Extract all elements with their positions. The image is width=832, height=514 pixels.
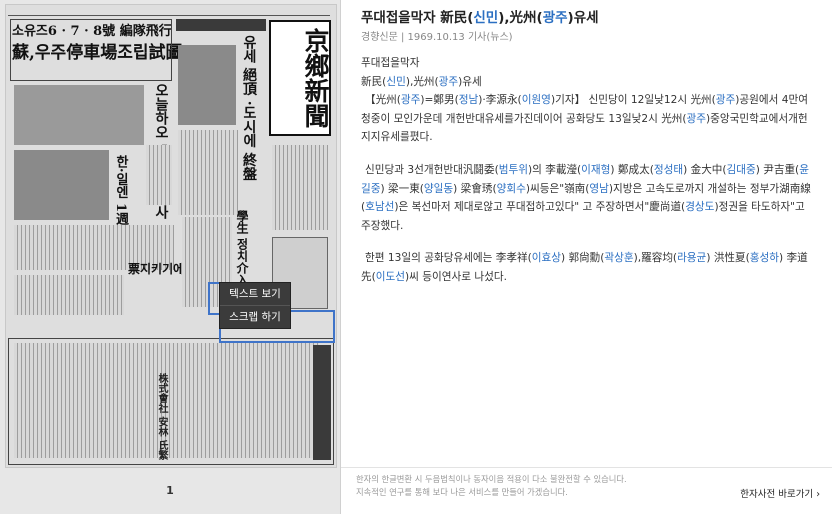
text-segment: ),光州(	[405, 75, 439, 88]
hangul-gloss: 정성태	[653, 163, 684, 176]
text-segment: ),光州(	[498, 10, 543, 26]
text-segment: ) 梁會琇(	[453, 182, 497, 195]
hangul-gloss: 이도선	[375, 270, 405, 283]
hangul-gloss: 신민	[386, 75, 406, 88]
context-menu: 텍스트 보기 스크랩 하기	[219, 282, 291, 329]
conversion-notice: 한자의 한글변환 시 두음법칙이나 동자이음 적용이 다소 불완전할 수 있습니…	[356, 473, 627, 499]
text-segment: )기자】 신민당이 12일낮12시 光州(	[550, 94, 716, 107]
headline-right-1: 유세 絕頂 ·도시에 終盤	[241, 35, 257, 181]
hangul-gloss: 정남	[458, 94, 479, 107]
newspaper-page-image[interactable]: 소유즈6 · 7 · 8號 編隊飛行 蘇,우주停車場조립試圖 오늘하오 또 8호…	[5, 4, 337, 468]
hangul-gloss: 광주	[686, 112, 707, 125]
text-segment: ) 鄭成太(	[610, 163, 654, 176]
text-segment: ) 金大中(	[683, 163, 727, 176]
photo-sports	[178, 45, 236, 125]
text-segment: )의 李載瀅(	[528, 163, 582, 176]
hangul-gloss: 이원영	[521, 94, 551, 107]
notice-line-1: 한자의 한글변환 시 두음법칙이나 동자이음 적용이 다소 불완전할 수 있습니…	[356, 474, 627, 484]
article-title: 푸대접을막자 新民(신민),光州(광주)유세	[361, 6, 599, 26]
scrap-menu-item[interactable]: 스크랩 하기	[220, 305, 290, 328]
masthead-rule	[8, 5, 330, 16]
article-paragraph: 신민당과 3선개헌반대汎鬪委(범투위)의 李載瀅(이재형) 鄭成太(정성태) 金…	[361, 161, 811, 235]
text-segment: )=鄭男(	[420, 94, 459, 107]
text-segment: )유세	[458, 75, 482, 88]
article-paragraph: 新民(신민),光州(광주)유세	[361, 73, 811, 92]
text-segment: 푸대접을막자	[361, 57, 420, 69]
hangul-gloss: 이재형	[581, 163, 611, 176]
text-segment: 푸대접을막자 新民(	[361, 10, 474, 26]
hangul-gloss: 김대중	[726, 163, 756, 176]
text-segment: )·李源永(	[478, 94, 522, 107]
hangul-gloss: 영남	[589, 182, 609, 195]
article-body: 푸대접을막자 新民(신민),光州(광주)유세 【光州(광주)=鄭男(정남)·李源永(…	[361, 54, 811, 287]
article-paragraph: 【光州(광주)=鄭男(정남)·李源永(이원영)기자】 신민당이 12일낮12시 …	[361, 91, 811, 147]
notice-line-2: 지속적인 연구를 통해 보다 나은 서비스를 만들어 가겠습니다.	[356, 487, 568, 497]
hangul-gloss: 양일동	[423, 182, 454, 195]
text-segment: 한편 13일의 공화당유세에는 李孝祥(	[365, 252, 532, 265]
hangul-gloss: 호남선	[365, 201, 395, 214]
article-paragraph: 한편 13일의 공화당유세에는 李孝祥(이효상) 郭尙勳(곽상훈),羅容均(라용…	[361, 249, 811, 286]
text-segment: ) 梁一東(	[380, 182, 424, 195]
article-panel: 푸대접을막자 新民(신민),光州(광주)유세 경향신문 | 1969.10.13…	[340, 0, 832, 514]
ad-sidebar	[313, 345, 331, 460]
hangul-gloss: 이효상	[531, 252, 561, 265]
hangul-gloss: 양회수	[496, 182, 526, 195]
article-paragraph: 푸대접을막자	[361, 54, 811, 73]
text-segment: 新民(	[361, 75, 387, 88]
text-segment: )유세	[567, 10, 599, 26]
photo-people	[14, 150, 109, 220]
text-segment: ) 洪性夏(	[706, 252, 750, 265]
text-view-menu-item[interactable]: 텍스트 보기	[220, 283, 290, 305]
hangul-gloss: 광주	[542, 10, 568, 26]
headline-box	[10, 19, 172, 81]
hangul-gloss: 광주	[438, 75, 459, 88]
article-meta: 경향신문 | 1969.10.13 기사(뉴스)	[361, 32, 513, 43]
newspaper-logo: 京鄉新聞	[269, 20, 331, 136]
text-segment: )은 복선마저 제대로않고 푸대접하고있다" 고 주장하면서"慶尚道(	[394, 201, 686, 214]
text-segment: 【光州(	[365, 94, 401, 107]
text-segment: 신민당과 3선개헌반대汎鬪委(	[365, 163, 499, 176]
ad-title: 株式會社 安林 氏繁	[156, 373, 167, 460]
text-segment: ),羅容均(	[633, 252, 678, 265]
hangul-gloss: 라용균	[677, 252, 707, 265]
dark-banner	[176, 19, 266, 31]
column-text	[272, 145, 328, 230]
newspaper-viewer: 소유즈6 · 7 · 8號 編隊飛行 蘇,우주停車場조립試圖 오늘하오 또 8호…	[0, 0, 340, 514]
hangul-gloss: 범투위	[498, 163, 528, 176]
photo-spacecraft	[14, 85, 144, 145]
hangul-gloss: 곽상훈	[604, 252, 634, 265]
text-segment: ) 尹吉重(	[755, 163, 800, 176]
column-text	[14, 275, 124, 315]
hangul-gloss: 신민	[473, 10, 499, 26]
text-segment: )씨등은"嶺南(	[525, 182, 590, 195]
text-segment: )씨 등이연사로 나섰다.	[404, 270, 507, 283]
text-segment: ) 郭尙勳(	[560, 252, 605, 265]
hanja-dictionary-link[interactable]: 한자사전 바로가기 ›	[740, 486, 820, 500]
article-footer: 한자의 한글변환 시 두음법칙이나 동자이음 적용이 다소 불완전할 수 있습니…	[341, 467, 832, 508]
column-text	[146, 145, 172, 205]
hangul-gloss: 경상도	[685, 201, 715, 214]
hangul-gloss: 홍성하	[749, 252, 779, 265]
hangul-gloss: 광주	[400, 94, 421, 107]
column-text	[178, 130, 238, 215]
hangul-gloss: 광주	[715, 94, 736, 107]
page-number[interactable]: 1	[0, 484, 340, 497]
